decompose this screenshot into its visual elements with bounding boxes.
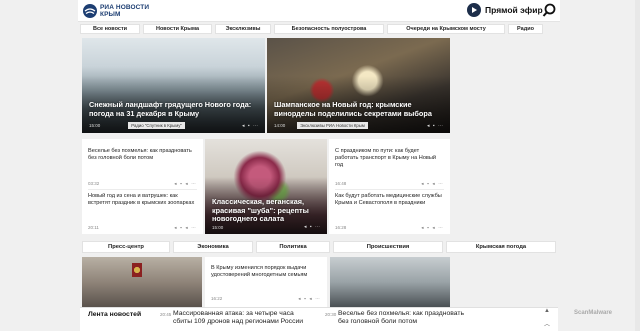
card-title[interactable]: Снежный ландшафт грядущего Нового года: … — [89, 100, 261, 118]
nav-all-news[interactable]: Все новости — [80, 24, 140, 34]
list-item[interactable]: Новый год из сена и ватрушек: как встрет… — [88, 193, 197, 207]
list-item[interactable]: В Крыму изменился порядок выдачи удостов… — [211, 265, 321, 279]
item-time: 03:32 — [88, 181, 100, 186]
list-item-meta: 03:32 ◂ ▪ ◂ ⋯ — [88, 181, 197, 187]
list-item[interactable]: С праздником по пути: как будет работать… — [335, 148, 444, 168]
feed-title: Лента новостей — [88, 311, 142, 318]
coat-of-arms-icon — [132, 263, 142, 277]
card-tag[interactable]: Радио "Спутник в Крыму" — [128, 122, 185, 129]
share-icons[interactable]: ◂ ▪ ◂ ⋯ — [174, 225, 197, 231]
item-time: 20:11 — [88, 225, 99, 230]
nav-crimea-news[interactable]: Новости Крыма — [143, 24, 212, 34]
card-meta: 15:00 Радио "Спутник в Крыму" — [89, 122, 185, 129]
list-item-meta: 16:48 ◂ ▪ ◂ ⋯ — [335, 181, 444, 187]
card-time: 14:00 — [274, 123, 286, 128]
live-broadcast-button[interactable]: Прямой эфир — [467, 3, 543, 17]
share-icons[interactable]: ◂ ▪ ◂ ⋯ — [421, 225, 444, 231]
nav-security[interactable]: Безопасность полуострова — [274, 24, 384, 34]
news-card-snow[interactable]: Снежный ландшафт грядущего Нового года: … — [82, 38, 265, 133]
list-item-meta: 16:28 ◂ ▪ ◂ ⋯ — [335, 225, 444, 231]
share-icons[interactable]: ◂ ▪ ⋯ — [242, 123, 259, 129]
search-icon[interactable] — [542, 3, 556, 18]
feed-time: 20:45 — [160, 312, 172, 317]
nav-exclusives[interactable]: Эксклюзивы — [215, 24, 271, 34]
nav-press-center[interactable]: Пресс-центр — [82, 241, 170, 253]
live-label: Прямой эфир — [485, 5, 543, 15]
watermark: ScanMalware — [574, 310, 613, 316]
nav-radio[interactable]: Радио — [508, 24, 543, 34]
list-item-meta: 16:22 ◂ ▪ ◂ ⋯ — [211, 296, 321, 302]
share-icons[interactable]: ◂ ▪ ◂ ⋯ — [421, 181, 444, 187]
news-card-salad[interactable]: Классическая, веганская, красивая "шуба"… — [205, 139, 327, 234]
list-item-meta: 20:11 ◂ ▪ ◂ ⋯ — [88, 225, 197, 231]
site-header: РИА НОВОСТИ КРЫМ Прямой эфир — [78, 0, 560, 22]
play-icon — [467, 3, 481, 17]
nav-incidents[interactable]: Происшествия — [333, 241, 443, 253]
share-icons[interactable]: ◂ ▪ ◂ ⋯ — [174, 181, 197, 187]
collapse-icon[interactable]: ▲ — [544, 308, 550, 314]
card-time: 15:00 — [212, 225, 224, 230]
news-column-left: Веселье без похмелья: как праздновать бе… — [82, 139, 203, 234]
main-nav: Все новости Новости Крыма Эксклюзивы Без… — [80, 24, 558, 34]
logo-text[interactable]: РИА НОВОСТИ КРЫМ — [100, 4, 149, 18]
news-feed-bar: Лента новостей 20:45 Массированная атака… — [80, 307, 558, 331]
feed-item[interactable]: Веселье без похмелья: как праздновать бе… — [338, 310, 473, 326]
nav-weather[interactable]: Крымская погода — [446, 241, 556, 253]
card-time: 15:00 — [89, 123, 101, 128]
feed-time: 20:30 — [325, 312, 337, 317]
scrollbar[interactable] — [635, 0, 640, 331]
list-item[interactable]: Веселье без похмелья: как праздновать бе… — [88, 148, 197, 162]
section-nav: Пресс-центр Экономика Политика Происшест… — [82, 241, 556, 253]
item-time: 16:22 — [211, 296, 223, 301]
nav-bridge-queues[interactable]: Очереди на Крымском мосту — [387, 24, 505, 34]
card-title[interactable]: Классическая, веганская, красивая "шуба"… — [212, 197, 324, 224]
list-item[interactable]: Как будут работать медицинские службы Кр… — [335, 193, 444, 207]
news-image-office[interactable] — [82, 257, 202, 307]
logo-globe-icon[interactable] — [82, 3, 98, 19]
card-meta: 14:00 Эксклюзивы РИА Новости Крым — [274, 122, 368, 129]
card-title[interactable]: Шампанское на Новый год: крымские винорд… — [274, 100, 446, 118]
nav-politics[interactable]: Политика — [256, 241, 330, 253]
news-column-right: С праздником по пути: как будет работать… — [329, 139, 450, 234]
item-time: 16:28 — [335, 225, 347, 230]
share-icons[interactable]: ◂ ▪ ⋯ — [304, 224, 321, 230]
news-column-mid: В Крыму изменился порядок выдачи удостов… — [205, 257, 327, 307]
chevron-up-icon[interactable]: ︿ — [544, 319, 550, 328]
card-meta: 15:00 — [212, 225, 223, 230]
card-tag[interactable]: Эксклюзивы РИА Новости Крым — [297, 122, 368, 129]
share-icons[interactable]: ◂ ▪ ◂ ⋯ — [298, 296, 321, 302]
item-time: 16:48 — [335, 181, 347, 186]
news-image-snowy-trees[interactable] — [330, 257, 450, 307]
feed-item[interactable]: Массированная атака: за четыре часа сбит… — [173, 310, 313, 326]
nav-economy[interactable]: Экономика — [173, 241, 253, 253]
news-card-champagne[interactable]: Шампанское на Новый год: крымские винорд… — [267, 38, 450, 133]
share-icons[interactable]: ◂ ▪ ⋯ — [427, 123, 444, 129]
logo-line2: КРЫМ — [100, 11, 121, 18]
logo-line1: РИА НОВОСТИ — [100, 4, 150, 11]
